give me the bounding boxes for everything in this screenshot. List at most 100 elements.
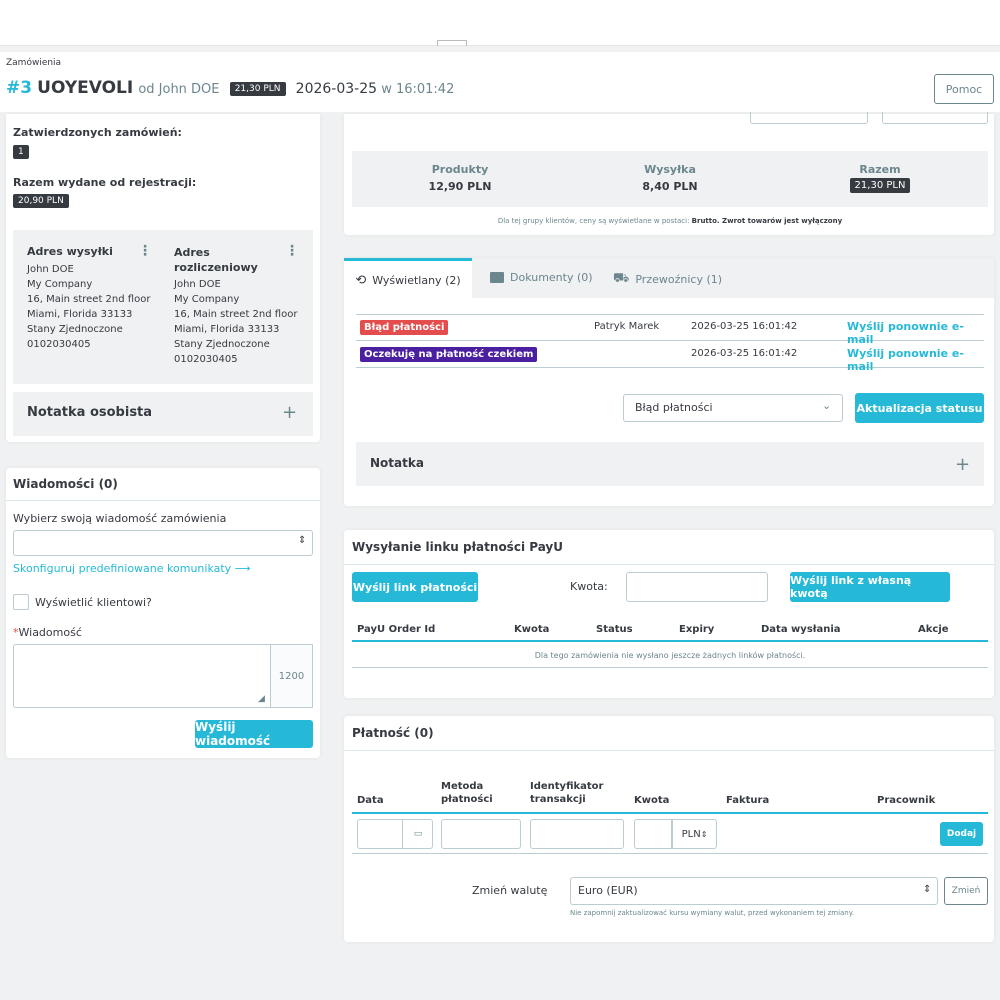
divider bbox=[352, 667, 988, 668]
plus-icon[interactable]: + bbox=[282, 402, 297, 423]
payment-col-amount: Kwota bbox=[634, 795, 670, 806]
payment-col-employee: Pracownik bbox=[877, 795, 936, 806]
divider bbox=[6, 500, 320, 501]
resize-handle-icon[interactable]: ◢ bbox=[258, 694, 265, 704]
send-payment-link-button[interactable]: Wyślij link płatności bbox=[352, 572, 478, 602]
display-to-customer-checkbox[interactable] bbox=[13, 594, 29, 610]
payu-col-sent-date: Data wysłania bbox=[761, 624, 841, 635]
payu-empty-message: Dla tego zamówienia nie wysłano jeszcze … bbox=[534, 651, 806, 660]
order-date: 2026-03-25 w 16:01:42 bbox=[295, 81, 455, 97]
spent-label: Razem wydane od rejestracji: bbox=[13, 176, 197, 189]
choose-message-label: Wybierz swoją wiadomość zamówienia bbox=[13, 512, 227, 525]
breadcrumb[interactable]: Zamówienia bbox=[6, 58, 61, 68]
history-date: 2026-03-25 16:01:42 bbox=[691, 348, 798, 359]
predefined-message-select[interactable] bbox=[13, 530, 313, 556]
shipping-address-menu-icon[interactable]: ⋮ bbox=[138, 244, 152, 258]
status-badge: Oczekuję na płatność czekiem bbox=[360, 347, 538, 362]
invoice-address-menu-icon[interactable]: ⋮ bbox=[285, 244, 299, 258]
validated-orders-label: Zatwierdzonych zamówień: bbox=[13, 126, 182, 139]
invoice-address-lines: John DOE My Company 16, Main street 2nd … bbox=[174, 279, 298, 365]
history-icon: ⟲ bbox=[355, 273, 367, 288]
order-reference: UOYEVOLI bbox=[37, 78, 134, 98]
currency-note: Nie zapomnij zaktualizować kursu wymiany… bbox=[570, 909, 855, 917]
divider bbox=[352, 853, 988, 854]
validated-orders-value: 1 bbox=[13, 145, 29, 159]
payu-col-amount: Kwota bbox=[514, 624, 550, 635]
top-bar bbox=[0, 0, 1000, 46]
display-to-customer-label: Wyświetlić klientowi? bbox=[35, 596, 152, 609]
change-currency-button[interactable]: Zmień bbox=[944, 877, 988, 905]
grand-total: Razem 21,30 PLN bbox=[820, 163, 940, 193]
order-id: #3 bbox=[6, 78, 33, 98]
shipping-total: Wysyłka 8,40 PLN bbox=[642, 163, 698, 193]
configure-messages-link[interactable]: Skonfiguruj predefiniowane komunikaty ⟶ bbox=[13, 562, 250, 575]
send-message-button[interactable]: Wyślij wiadomość bbox=[195, 720, 313, 748]
select-arrows-icon: ⇕ bbox=[298, 535, 307, 546]
partial-button-2[interactable] bbox=[882, 112, 988, 124]
arrow-right-icon: ⟶ bbox=[234, 562, 251, 575]
history-row-1: Błąd płatności Patryk Marek 2026-03-25 1… bbox=[356, 315, 984, 346]
payment-method-input[interactable] bbox=[441, 819, 521, 849]
payment-currency-select[interactable]: PLN ⇕ bbox=[672, 819, 717, 849]
top-bar-fragment bbox=[437, 40, 467, 46]
payu-col-order-id: PayU Order Id bbox=[357, 624, 436, 635]
payu-table-header-line bbox=[352, 640, 988, 642]
payment-amount-input[interactable] bbox=[634, 819, 672, 849]
payu-col-status: Status bbox=[596, 624, 633, 635]
help-button[interactable]: Pomoc bbox=[934, 74, 994, 104]
order-total-pill: 21,30 PLN bbox=[229, 81, 286, 96]
select-arrows-icon: ⇕ bbox=[923, 884, 932, 895]
payu-col-actions: Akcje bbox=[918, 624, 949, 635]
partial-button-1[interactable] bbox=[750, 112, 868, 124]
payment-col-transaction: Identyfikator transakcji bbox=[530, 781, 604, 805]
change-currency-label: Zmień walutę bbox=[472, 884, 548, 897]
send-custom-link-button[interactable]: Wyślij link z własną kwotą bbox=[790, 572, 950, 602]
select-arrows-icon: ⇕ bbox=[700, 829, 708, 839]
amount-input[interactable] bbox=[626, 572, 768, 602]
private-note-label: Notatka osobista bbox=[27, 405, 153, 420]
payment-table-header-line bbox=[352, 812, 988, 814]
shipping-address-lines: John DOE My Company 16, Main street 2nd … bbox=[27, 264, 151, 350]
divider bbox=[344, 564, 994, 565]
products-total: Produkty 12,90 PLN bbox=[428, 163, 492, 193]
history-row-2: Oczekuję na płatność czekiem 2026-03-25 … bbox=[356, 342, 984, 373]
transaction-id-input[interactable] bbox=[530, 819, 624, 849]
amount-label: Kwota: bbox=[570, 580, 608, 593]
update-status-button[interactable]: Aktualizacja statusu bbox=[855, 393, 984, 423]
payu-title: Wysyłanie linku płatności PayU bbox=[352, 540, 563, 554]
chevron-down-icon: ⌄ bbox=[822, 399, 832, 412]
message-textarea[interactable] bbox=[13, 644, 271, 708]
plus-icon[interactable]: + bbox=[955, 454, 970, 475]
page-title: #3 UOYEVOLI od John DOE 21,30 PLN 2026-0… bbox=[6, 78, 454, 98]
payment-title: Płatność (0) bbox=[352, 726, 434, 740]
shipping-address-title: Adres wysyłki bbox=[27, 245, 113, 258]
history-employee: Patryk Marek bbox=[594, 321, 660, 332]
messages-title: Wiadomości (0) bbox=[13, 477, 118, 491]
order-note-label: Notatka bbox=[370, 456, 424, 470]
invoice-address-title: Adres rozliczeniowy bbox=[174, 246, 258, 274]
price-display-note: Dla tej grupy klientów, ceny są wyświetl… bbox=[497, 217, 843, 225]
document-icon bbox=[490, 272, 504, 283]
divider bbox=[344, 750, 994, 751]
truck-icon: ⛟ bbox=[613, 271, 630, 286]
tab-carriers[interactable]: ⛟ Przewoźnicy (1) bbox=[613, 271, 722, 288]
add-payment-button[interactable]: Dodaj bbox=[940, 822, 983, 846]
tab-documents[interactable]: Dokumenty (0) bbox=[490, 271, 593, 284]
payu-col-expiry: Expiry bbox=[679, 624, 715, 635]
payment-col-invoice: Faktura bbox=[726, 795, 770, 806]
spent-value: 20,90 PLN bbox=[13, 194, 69, 208]
order-note-row[interactable] bbox=[356, 442, 984, 486]
status-select-value: Błąd płatności bbox=[635, 401, 713, 414]
status-badge: Błąd płatności bbox=[360, 320, 449, 335]
resend-email-link[interactable]: Wyślij ponownie e-mail bbox=[847, 347, 984, 373]
calendar-icon[interactable]: ▭ bbox=[402, 820, 433, 848]
payu-card bbox=[344, 530, 994, 698]
payment-col-method: Metoda płatności bbox=[441, 781, 493, 805]
history-date: 2026-03-25 16:01:42 bbox=[691, 321, 798, 332]
char-counter: 1200 bbox=[271, 644, 313, 708]
currency-select-value: Euro (EUR) bbox=[578, 884, 638, 897]
order-customer: od John DOE bbox=[138, 82, 220, 97]
payment-col-date: Data bbox=[357, 795, 384, 806]
tab-history[interactable]: ⟲ Wyświetlany (2) bbox=[344, 258, 472, 300]
message-label: *Wiadomość bbox=[13, 626, 82, 639]
